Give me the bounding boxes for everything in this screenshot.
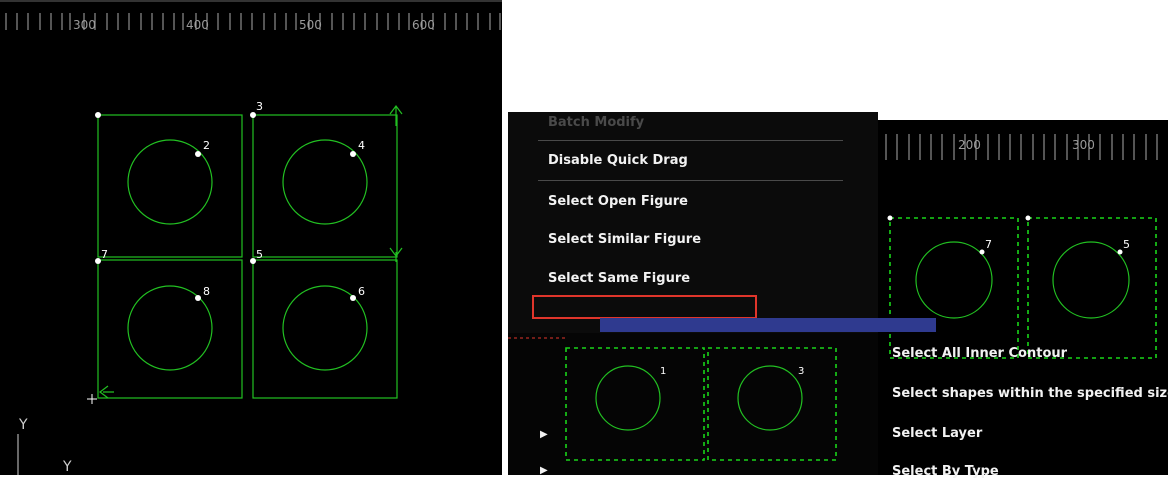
start-point xyxy=(195,295,201,301)
axis-x-label: Y xyxy=(63,459,72,475)
square-figure xyxy=(252,114,398,258)
menu-item-select-same-figure[interactable]: Select Same Figure xyxy=(548,271,690,286)
figure-number: 3 xyxy=(256,100,263,113)
figure-number: 5 xyxy=(256,248,263,261)
submenu-item-select-layer[interactable]: Select Layer xyxy=(892,426,982,441)
figure-number: 7 xyxy=(101,248,108,261)
figure-number: 5 xyxy=(1123,238,1130,251)
chevron-right-icon: ▶ xyxy=(540,465,548,476)
figure-number: 6 xyxy=(358,285,365,298)
square-figure xyxy=(97,114,243,258)
start-point xyxy=(195,151,201,157)
overlay-figures: 1 3 2 4 xyxy=(508,337,837,461)
start-point xyxy=(350,295,356,301)
figure-number: 2 xyxy=(203,139,210,152)
menu-separator xyxy=(538,140,843,141)
menu-item-batch-modify[interactable]: Batch Modify xyxy=(548,115,644,130)
start-point xyxy=(350,151,356,157)
selected-square xyxy=(1027,217,1157,359)
figure-number: 3 xyxy=(798,366,804,377)
figure-number: 7 xyxy=(985,238,992,251)
submenu-item-select-all-inner-contour[interactable]: Select All Inner Contour xyxy=(892,346,1067,361)
figure-number: 4 xyxy=(358,139,365,152)
figure-number: 1 xyxy=(660,366,666,377)
menu-item-disable-quick-drag[interactable]: Disable Quick Drag xyxy=(548,153,688,168)
start-point xyxy=(95,112,101,118)
figures-layer: 7 5 xyxy=(887,215,1157,359)
right-drawing-canvas[interactable]: 200 300 7 5 xyxy=(878,120,1168,475)
axis-y-label: Y xyxy=(19,417,28,433)
submenu-item-select-shapes-within-size[interactable]: Select shapes within the specified size xyxy=(892,386,1168,401)
circle-figure xyxy=(1052,241,1130,319)
menu-item-select-similar-figure[interactable]: Select Similar Figure xyxy=(548,232,701,247)
square-figure xyxy=(97,259,243,399)
submenu-item-select-by-type[interactable]: Select By Type xyxy=(892,464,999,479)
menu-item-select-open-figure[interactable]: Select Open Figure xyxy=(548,194,688,209)
left-drawing-canvas[interactable]: 300 400 500 600 2 3 4 7 5 8 6 Y Y xyxy=(0,0,502,475)
chevron-right-icon: ▶ xyxy=(540,429,548,440)
selected-square xyxy=(889,217,1019,359)
figures-layer: 2 3 4 7 5 8 6 xyxy=(17,100,403,475)
menu-separator xyxy=(538,180,843,181)
figure-number: 8 xyxy=(203,285,210,298)
square-figure xyxy=(252,259,398,399)
